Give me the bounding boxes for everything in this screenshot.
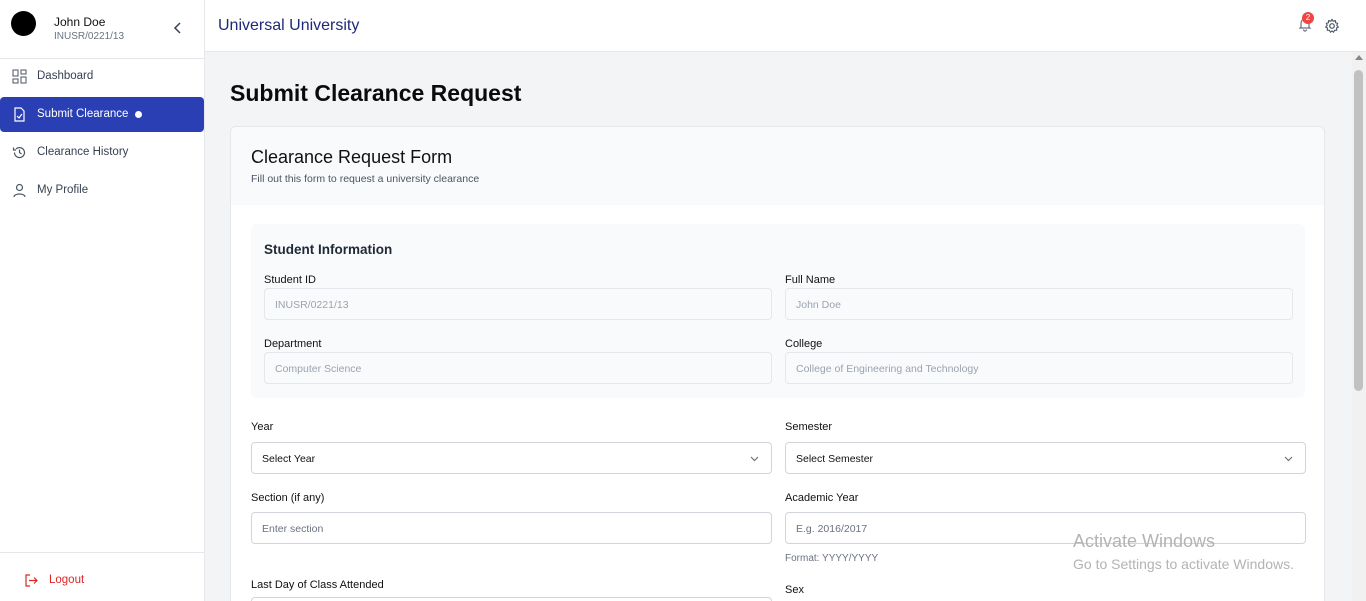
dashboard-icon: [12, 69, 27, 84]
last-day-input[interactable]: [251, 597, 772, 601]
section-input[interactable]: Enter section: [251, 512, 772, 544]
academic-year-label: Academic Year: [785, 492, 859, 504]
activate-windows-subtext: Go to Settings to activate Windows.: [1073, 556, 1294, 572]
full-name-field: John Doe: [785, 288, 1293, 320]
college-label: College: [785, 338, 823, 350]
main-content: Submit Clearance Request Clearance Reque…: [205, 52, 1352, 601]
sidebar-item-dashboard[interactable]: Dashboard: [0, 59, 204, 94]
user-name: John Doe: [54, 15, 106, 29]
chevron-down-icon: [1284, 456, 1293, 462]
academic-year-input[interactable]: E.g. 2016/2017: [785, 512, 1306, 544]
form-subtitle: Fill out this form to request a universi…: [251, 173, 480, 185]
history-icon: [12, 146, 26, 159]
college-field: College of Engineering and Technology: [785, 352, 1293, 384]
semester-select[interactable]: Select Semester: [785, 442, 1306, 474]
avatar[interactable]: [11, 11, 36, 36]
student-id-field: INUSR/0221/13: [264, 288, 772, 320]
clearance-form-card: Clearance Request Form Fill out this for…: [230, 126, 1325, 601]
sidebar-item-label: My Profile: [37, 184, 89, 196]
file-check-icon: [14, 107, 25, 122]
logout-icon: [25, 574, 38, 587]
year-select[interactable]: Select Year: [251, 442, 772, 474]
activate-windows-watermark: Activate Windows: [1073, 531, 1216, 551]
student-info-section: Student Information Student ID INUSR/022…: [251, 224, 1305, 398]
scrollbar-thumb[interactable]: [1354, 70, 1363, 391]
student-info-title: Student Information: [264, 242, 393, 257]
active-indicator-dot: [135, 111, 142, 118]
academic-year-hint: Format: YYYY/YYYY: [785, 553, 879, 564]
user-id: INUSR/0221/13: [54, 31, 125, 42]
year-select-value: Select Year: [262, 453, 316, 465]
semester-select-value: Select Semester: [796, 453, 874, 465]
sex-label: Sex: [785, 584, 804, 596]
sidebar-item-label: Clearance History: [37, 146, 129, 158]
brand-title[interactable]: Universal University: [218, 17, 359, 35]
form-title: Clearance Request Form: [251, 147, 453, 167]
logout-label: Logout: [49, 574, 85, 586]
student-id-label: Student ID: [264, 274, 316, 286]
sidebar-item-submit-clearance[interactable]: Submit Clearance: [0, 97, 204, 132]
department-field: Computer Science: [264, 352, 772, 384]
sidebar-item-label: Submit Clearance: [37, 108, 129, 120]
notification-badge: 2: [1302, 12, 1314, 24]
gear-icon[interactable]: [1324, 18, 1340, 34]
scroll-up-arrow-icon[interactable]: [1355, 55, 1363, 60]
page-title: Submit Clearance Request: [230, 80, 522, 106]
card-header: Clearance Request Form Fill out this for…: [231, 127, 1324, 205]
section-label: Section (if any): [251, 492, 325, 504]
sidebar-item-my-profile[interactable]: My Profile: [0, 173, 204, 208]
sidebar: John Doe INUSR/0221/13 Dashboard Submit …: [0, 0, 205, 601]
sidebar-item-clearance-history[interactable]: Clearance History: [0, 135, 204, 170]
semester-label: Semester: [785, 421, 833, 433]
chevron-down-icon: [750, 456, 759, 462]
full-name-label: Full Name: [785, 274, 836, 286]
department-label: Department: [264, 338, 322, 350]
last-day-label: Last Day of Class Attended: [251, 579, 384, 591]
topbar: Universal University 2: [205, 0, 1366, 52]
sidebar-footer: Logout: [0, 552, 204, 601]
sidebar-item-label: Dashboard: [37, 70, 94, 82]
chevron-left-icon[interactable]: [170, 20, 186, 36]
user-icon: [13, 183, 26, 198]
year-label: Year: [251, 421, 274, 433]
user-card: John Doe INUSR/0221/13: [0, 0, 204, 59]
